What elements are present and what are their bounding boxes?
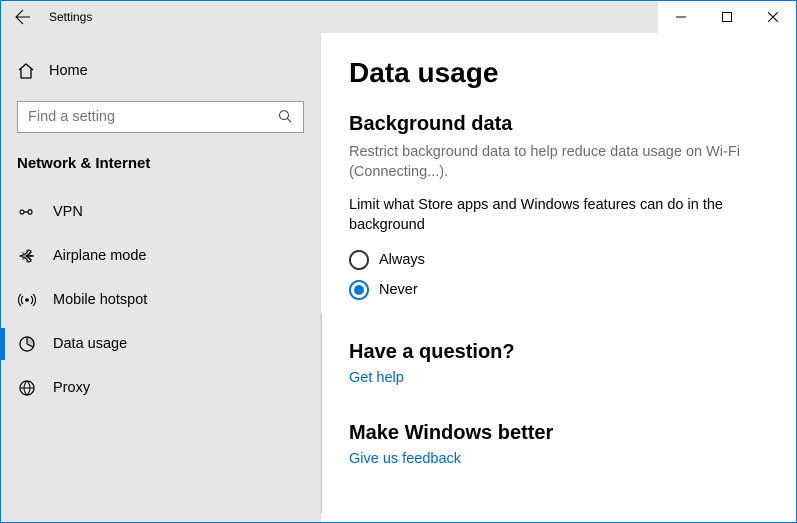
- bg-data-sub: Limit what Store apps and Windows featur…: [349, 195, 768, 236]
- hotspot-icon: [17, 291, 37, 309]
- nav-label: Airplane mode: [53, 248, 147, 264]
- give-feedback-link[interactable]: Give us feedback: [349, 451, 768, 467]
- sidebar-item-home[interactable]: Home: [1, 49, 320, 93]
- maximize-button[interactable]: [704, 1, 750, 33]
- home-icon: [17, 62, 35, 80]
- maximize-icon: [722, 12, 732, 22]
- sidebar-item-vpn[interactable]: VPN: [1, 190, 320, 234]
- main-panel: Data usage Background data Restrict back…: [321, 33, 796, 522]
- minimize-button[interactable]: [658, 1, 704, 33]
- sidebar-item-proxy[interactable]: Proxy: [1, 366, 320, 410]
- close-button[interactable]: [750, 1, 796, 33]
- sidebar-item-airplane-mode[interactable]: Airplane mode: [1, 234, 320, 278]
- proxy-icon: [17, 379, 37, 397]
- vpn-icon: [17, 203, 37, 221]
- radio-icon: [349, 280, 369, 300]
- scrollbar[interactable]: [321, 313, 322, 513]
- sidebar: Home Network & Internet VPN Airplane mod…: [1, 33, 321, 522]
- nav-label: VPN: [53, 204, 83, 220]
- titlebar: Settings: [1, 1, 796, 33]
- nav-label: Mobile hotspot: [53, 292, 147, 308]
- airplane-icon: [17, 247, 37, 265]
- category-header: Network & Internet: [1, 145, 320, 190]
- feedback-heading: Make Windows better: [349, 422, 768, 445]
- minimize-icon: [676, 12, 686, 22]
- sidebar-item-data-usage[interactable]: Data usage: [1, 322, 320, 366]
- data-usage-icon: [17, 335, 37, 353]
- bg-data-heading: Background data: [349, 113, 768, 136]
- page-title: Data usage: [349, 57, 768, 89]
- close-icon: [768, 12, 778, 22]
- radio-option-never[interactable]: Never: [349, 275, 768, 305]
- sidebar-item-mobile-hotspot[interactable]: Mobile hotspot: [1, 278, 320, 322]
- search-input[interactable]: [17, 101, 304, 133]
- question-heading: Have a question?: [349, 341, 768, 364]
- back-button[interactable]: [1, 1, 45, 33]
- app-title: Settings: [49, 10, 92, 24]
- home-label: Home: [49, 63, 88, 79]
- radio-label: Always: [379, 252, 425, 268]
- search-icon: [278, 109, 292, 126]
- radio-label: Never: [379, 282, 418, 298]
- nav-label: Proxy: [53, 380, 90, 396]
- back-arrow-icon: [15, 9, 31, 25]
- radio-option-always[interactable]: Always: [349, 245, 768, 275]
- nav-label: Data usage: [53, 336, 127, 352]
- get-help-link[interactable]: Get help: [349, 370, 768, 386]
- bg-data-desc: Restrict background data to help reduce …: [349, 142, 768, 183]
- radio-icon: [349, 250, 369, 270]
